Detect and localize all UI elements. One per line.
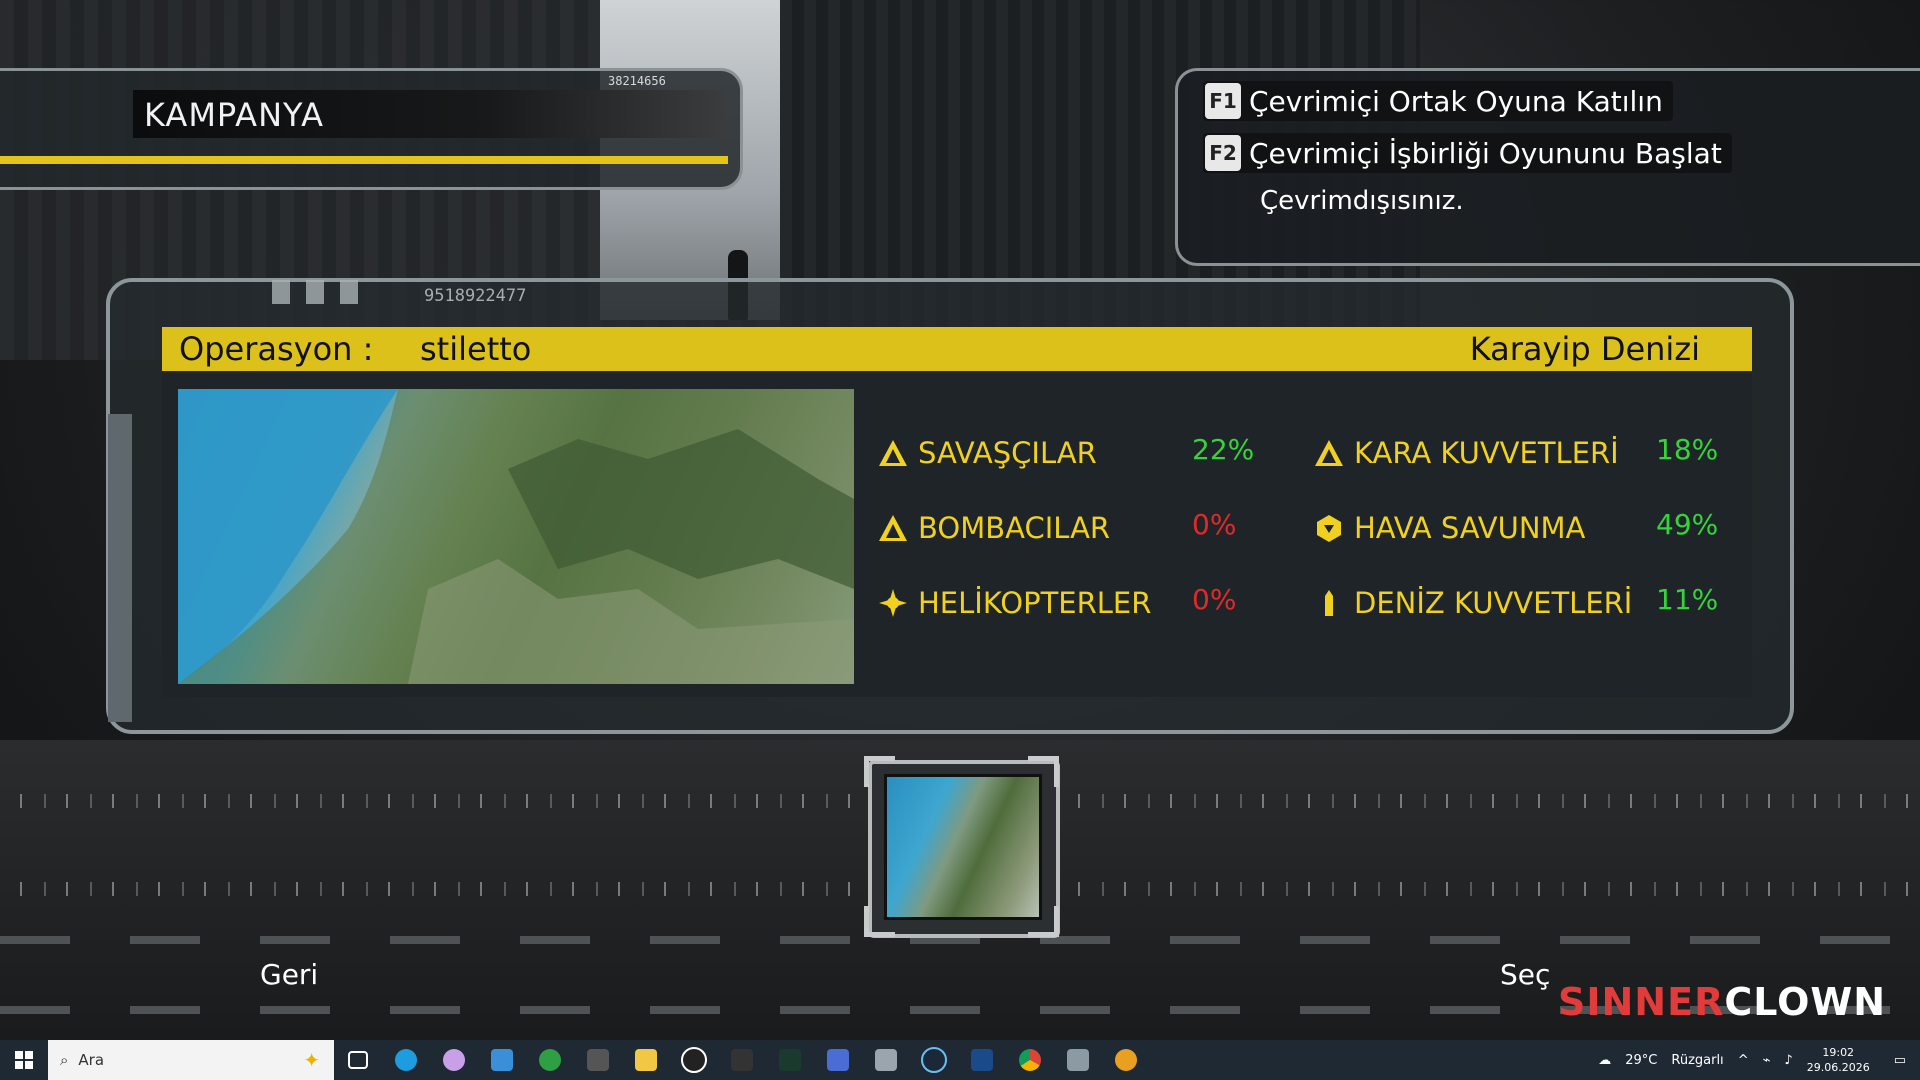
store-icon[interactable] xyxy=(478,1040,526,1080)
watermark-part1: SINNER xyxy=(1558,980,1725,1024)
task-view-icon[interactable] xyxy=(334,1040,382,1080)
warning-triangle-icon xyxy=(879,515,907,541)
campaign-id-number: 38214656 xyxy=(608,74,666,88)
start-coop-label: Çevrimiçi İşbirliği Oyununu Başlat xyxy=(1249,136,1722,170)
search-icon: ⌕ xyxy=(60,1051,69,1069)
join-coop-button[interactable]: F1 Çevrimiçi Ortak Oyuna Katılın xyxy=(1203,81,1673,121)
app-icon[interactable] xyxy=(958,1040,1006,1080)
sparkle-icon: ✦ xyxy=(303,1048,320,1072)
stat-label: KARA KUVVETLERİ xyxy=(1354,436,1619,470)
weather-text: Rüzgarlı xyxy=(1671,1052,1724,1068)
stat-value-fighters: 22% xyxy=(1192,433,1255,466)
frame-decoration xyxy=(272,280,374,308)
stat-bombers: BOMBACILAR xyxy=(878,511,1110,545)
notification-icon[interactable]: ▭ xyxy=(1894,1053,1906,1068)
back-button[interactable]: Geri xyxy=(260,958,318,991)
operation-region: Karayip Denizi xyxy=(1469,330,1700,368)
browser-icon[interactable] xyxy=(430,1040,478,1080)
stat-naval-forces: DENİZ KUVVETLERİ xyxy=(1314,586,1632,620)
chevron-up-icon[interactable]: ^ xyxy=(1738,1053,1749,1068)
stat-air-defense: HAVA SAVUNMA xyxy=(1314,511,1585,545)
stat-value-naval-forces: 11% xyxy=(1656,583,1719,616)
rotor-icon xyxy=(879,589,907,617)
start-button[interactable] xyxy=(0,1040,48,1080)
online-status: Çevrimdışısınız. xyxy=(1260,186,1464,216)
stat-label: HAVA SAVUNMA xyxy=(1354,511,1586,545)
start-coop-button[interactable]: F2 Çevrimiçi İşbirliği Oyununu Başlat xyxy=(1203,133,1732,173)
volume-icon[interactable]: ♪ xyxy=(1784,1053,1792,1068)
mission-thumbnail[interactable] xyxy=(884,774,1042,920)
clock[interactable]: 19:02 29.06.2026 xyxy=(1807,1045,1870,1075)
clock-time: 19:02 xyxy=(1822,1046,1855,1059)
xbox-icon[interactable] xyxy=(526,1040,574,1080)
warning-triangle-icon xyxy=(879,440,907,466)
system-tray: ☁ 29°C Rüzgarlı ^ ⌁ ♪ 19:02 29.06.2026 ▭ xyxy=(1598,1040,1920,1080)
stat-label: DENİZ KUVVETLERİ xyxy=(1354,586,1633,620)
panel-side-strip xyxy=(108,414,132,722)
operation-label: Operasyon : xyxy=(179,330,374,368)
app-icon[interactable] xyxy=(670,1040,718,1080)
campaign-progress-bar xyxy=(0,156,728,164)
mission-map-image xyxy=(178,389,854,684)
mission-id-number: 9518922477 xyxy=(424,286,527,306)
stat-helicopters: HELİKOPTERLER xyxy=(878,586,1151,620)
watermark-part2: CLOWN xyxy=(1724,980,1887,1024)
stat-ground-forces: KARA KUVVETLERİ xyxy=(1314,436,1619,470)
channel-watermark: SINNERCLOWN xyxy=(1558,980,1886,1024)
weather-icon[interactable]: ☁ xyxy=(1598,1053,1611,1068)
f2-key-icon: F2 xyxy=(1205,135,1241,171)
f1-key-icon: F1 xyxy=(1205,83,1241,119)
file-explorer-icon[interactable] xyxy=(622,1040,670,1080)
ship-icon xyxy=(1325,590,1333,616)
edge-icon[interactable] xyxy=(382,1040,430,1080)
select-button[interactable]: Seç xyxy=(1500,958,1550,991)
app-icon[interactable] xyxy=(814,1040,862,1080)
operation-name: stiletto xyxy=(420,330,532,368)
app-icon[interactable] xyxy=(862,1040,910,1080)
search-placeholder: Ara xyxy=(78,1051,105,1069)
game-icon[interactable] xyxy=(1054,1040,1102,1080)
join-coop-label: Çevrimiçi Ortak Oyuna Katılın xyxy=(1249,84,1663,118)
steam-icon[interactable] xyxy=(910,1040,958,1080)
stat-label: BOMBACILAR xyxy=(918,511,1111,545)
campaign-title: KAMPANYA xyxy=(144,96,324,134)
app-icon[interactable] xyxy=(574,1040,622,1080)
stat-value-helicopters: 0% xyxy=(1192,583,1237,616)
weather-temp: 29°C xyxy=(1625,1052,1658,1068)
epic-games-icon[interactable] xyxy=(718,1040,766,1080)
stat-label: SAVAŞÇILAR xyxy=(918,436,1097,470)
windows-logo-icon xyxy=(15,1051,33,1069)
network-icon[interactable]: ⌁ xyxy=(1763,1053,1771,1068)
stat-fighters: SAVAŞÇILAR xyxy=(878,436,1097,470)
clock-date: 29.06.2026 xyxy=(1806,1061,1870,1074)
stat-value-ground-forces: 18% xyxy=(1656,433,1719,466)
stat-value-bombers: 0% xyxy=(1192,508,1237,541)
stat-value-air-defense: 49% xyxy=(1656,508,1719,541)
app-icon[interactable] xyxy=(766,1040,814,1080)
warning-triangle-icon xyxy=(1315,440,1343,466)
chrome-icon[interactable] xyxy=(1006,1040,1054,1080)
stat-label: HELİKOPTERLER xyxy=(918,586,1152,620)
app-icon[interactable] xyxy=(1102,1040,1150,1080)
taskbar-search[interactable]: ⌕ Ara ✦ xyxy=(48,1040,334,1080)
hexagon-icon xyxy=(1317,515,1341,542)
